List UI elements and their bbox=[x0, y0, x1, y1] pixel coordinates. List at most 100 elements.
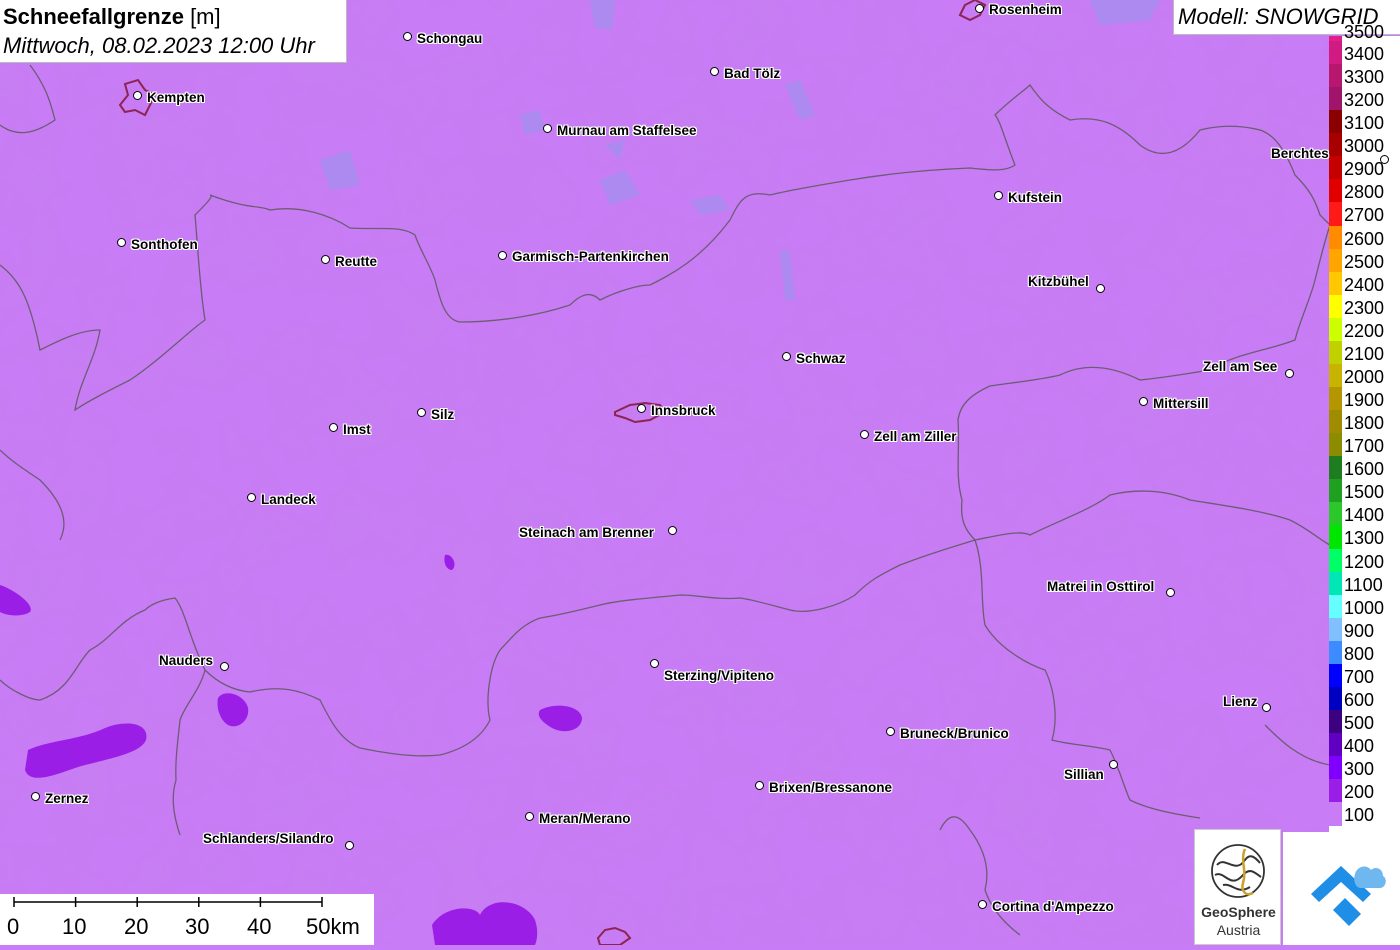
legend-swatch-200 bbox=[1329, 779, 1342, 803]
city-dot-kempten[interactable] bbox=[133, 91, 142, 100]
city-dot-schlanders-silandro[interactable] bbox=[345, 841, 354, 850]
city-label-schongau[interactable]: Schongau bbox=[417, 31, 482, 46]
city-dot-lienz[interactable] bbox=[1262, 703, 1271, 712]
city-dot-cortina-d-ampezzo[interactable] bbox=[978, 900, 987, 909]
cloud-mountain-logo[interactable] bbox=[1283, 832, 1400, 945]
city-dot-silz[interactable] bbox=[417, 408, 426, 417]
legend-label-100: 100 bbox=[1344, 805, 1375, 826]
city-dot-matrei-in-osttirol[interactable] bbox=[1166, 588, 1175, 597]
city-dot-innsbruck[interactable] bbox=[637, 404, 646, 413]
legend-label-800: 800 bbox=[1344, 643, 1375, 664]
city-label-zell-am-see[interactable]: Zell am See bbox=[1203, 359, 1277, 374]
city-dot-rosenheim[interactable] bbox=[975, 4, 984, 13]
city-dot-bruneck-brunico[interactable] bbox=[886, 727, 895, 736]
city-label-sillian[interactable]: Sillian bbox=[1064, 767, 1104, 782]
legend-label-3400: 3400 bbox=[1344, 44, 1385, 64]
city-dot-berchtes[interactable] bbox=[1380, 155, 1389, 164]
city-dot-zernez[interactable] bbox=[31, 792, 40, 801]
legend-swatch-500 bbox=[1329, 710, 1342, 734]
legend-swatch-2200 bbox=[1329, 317, 1342, 342]
city-dot-brixen-bressanone[interactable] bbox=[755, 781, 764, 790]
city-label-lienz[interactable]: Lienz bbox=[1223, 694, 1258, 709]
city-label-berchtes[interactable]: Berchtes bbox=[1271, 146, 1329, 161]
legend-label-1200: 1200 bbox=[1344, 551, 1385, 572]
city-label-kitzb-hel[interactable]: Kitzbühel bbox=[1028, 274, 1089, 289]
city-label-kempten[interactable]: Kempten bbox=[147, 90, 205, 105]
city-label-meran-merano[interactable]: Meran/Merano bbox=[539, 811, 631, 826]
scale-label-10: 10 bbox=[62, 914, 87, 939]
scale-label-0: 0 bbox=[7, 914, 20, 939]
city-dot-nauders[interactable] bbox=[220, 662, 229, 671]
legend-label-3300: 3300 bbox=[1344, 67, 1385, 88]
city-dot-sillian[interactable] bbox=[1109, 760, 1118, 769]
city-label-landeck[interactable]: Landeck bbox=[261, 492, 316, 507]
legend-swatch-1100 bbox=[1329, 571, 1342, 596]
city-label-zernez[interactable]: Zernez bbox=[45, 791, 89, 806]
city-label-bad-t-lz[interactable]: Bad Tölz bbox=[724, 66, 780, 81]
city-dot-kufstein[interactable] bbox=[994, 191, 1003, 200]
city-label-schwaz[interactable]: Schwaz bbox=[796, 351, 846, 366]
scale-label-20: 20 bbox=[124, 914, 149, 939]
legend-swatch-2400 bbox=[1329, 271, 1342, 296]
legend-label-2800: 2800 bbox=[1344, 182, 1385, 203]
city-label-silz[interactable]: Silz bbox=[431, 407, 454, 422]
city-label-murnau-am-staffelsee[interactable]: Murnau am Staffelsee bbox=[557, 123, 697, 138]
legend-label-400: 400 bbox=[1344, 736, 1375, 757]
city-label-schlanders-silandro[interactable]: Schlanders/Silandro bbox=[203, 831, 334, 846]
city-dot-steinach-am-brenner[interactable] bbox=[668, 526, 677, 535]
city-dot-zell-am-see[interactable] bbox=[1285, 369, 1294, 378]
legend-swatch-1600 bbox=[1329, 456, 1342, 480]
city-label-brixen-bressanone[interactable]: Brixen/Bressanone bbox=[769, 780, 892, 795]
city-dot-schongau[interactable] bbox=[403, 32, 412, 41]
legend-swatch-1900 bbox=[1329, 387, 1342, 411]
map-title: Schneefallgrenze [m] bbox=[3, 4, 221, 30]
city-label-matrei-in-osttirol[interactable]: Matrei in Osttirol bbox=[1047, 579, 1154, 594]
terrain-relief bbox=[0, 0, 1400, 945]
legend-swatch-2800 bbox=[1329, 179, 1342, 203]
legend-swatch-3200 bbox=[1329, 87, 1342, 111]
city-label-nauders[interactable]: Nauders bbox=[159, 653, 213, 668]
legend-swatch-100 bbox=[1329, 802, 1342, 826]
city-dot-bad-t-lz[interactable] bbox=[710, 67, 719, 76]
city-dot-sterzing-vipiteno[interactable] bbox=[650, 659, 659, 668]
legend-label-2300: 2300 bbox=[1344, 297, 1385, 318]
map-canvas[interactable] bbox=[0, 0, 1400, 945]
city-dot-zell-am-ziller[interactable] bbox=[860, 430, 869, 439]
forecast-datetime: Mittwoch, 08.02.2023 12:00 Uhr bbox=[3, 33, 315, 58]
city-label-bruneck-brunico[interactable]: Bruneck/Brunico bbox=[900, 726, 1009, 741]
city-dot-imst[interactable] bbox=[329, 423, 338, 432]
legend-label-1400: 1400 bbox=[1344, 505, 1385, 526]
legend-swatch-3000 bbox=[1329, 133, 1342, 157]
legend-swatch-2300 bbox=[1329, 294, 1342, 319]
legend-swatch-600 bbox=[1329, 686, 1342, 711]
legend-swatch-2600 bbox=[1329, 225, 1342, 250]
legend-label-3200: 3200 bbox=[1344, 90, 1385, 111]
city-label-rosenheim[interactable]: Rosenheim bbox=[989, 2, 1062, 17]
city-label-innsbruck[interactable]: Innsbruck bbox=[651, 403, 716, 418]
legend-swatch-2000 bbox=[1329, 363, 1342, 388]
city-label-sterzing-vipiteno[interactable]: Sterzing/Vipiteno bbox=[664, 668, 774, 683]
city-label-sonthofen[interactable]: Sonthofen bbox=[131, 237, 198, 252]
city-dot-meran-merano[interactable] bbox=[525, 812, 534, 821]
city-label-steinach-am-brenner[interactable]: Steinach am Brenner bbox=[519, 525, 654, 540]
city-label-reutte[interactable]: Reutte bbox=[335, 254, 377, 269]
city-dot-murnau-am-staffelsee[interactable] bbox=[543, 124, 552, 133]
city-dot-mittersill[interactable] bbox=[1139, 397, 1148, 406]
city-dot-kitzb-hel[interactable] bbox=[1096, 284, 1105, 293]
legend-label-3100: 3100 bbox=[1344, 113, 1385, 134]
city-label-imst[interactable]: Imst bbox=[343, 422, 371, 437]
city-label-kufstein[interactable]: Kufstein bbox=[1008, 190, 1062, 205]
city-dot-landeck[interactable] bbox=[247, 493, 256, 502]
city-label-garmisch-partenkirchen[interactable]: Garmisch-Partenkirchen bbox=[512, 249, 669, 264]
city-dot-schwaz[interactable] bbox=[782, 352, 791, 361]
city-label-mittersill[interactable]: Mittersill bbox=[1153, 396, 1209, 411]
legend-label-2700: 2700 bbox=[1344, 205, 1385, 226]
city-label-zell-am-ziller[interactable]: Zell am Ziller bbox=[874, 429, 957, 444]
geosphere-logo[interactable]: GeoSphere Austria bbox=[1194, 829, 1281, 945]
city-label-cortina-d-ampezzo[interactable]: Cortina d'Ampezzo bbox=[992, 899, 1114, 914]
city-dot-reutte[interactable] bbox=[321, 255, 330, 264]
legend-label-1800: 1800 bbox=[1344, 413, 1385, 434]
city-dot-garmisch-partenkirchen[interactable] bbox=[498, 251, 507, 260]
city-dot-sonthofen[interactable] bbox=[117, 238, 126, 247]
scale-label-30: 30 bbox=[185, 914, 210, 939]
